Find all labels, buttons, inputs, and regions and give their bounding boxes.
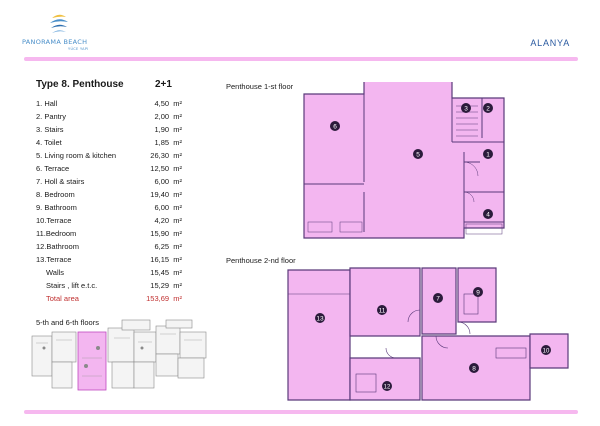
area-row: 2. Pantry 2,00 m²: [36, 112, 182, 123]
area-unit: m²: [173, 242, 182, 251]
area-row: 9. Bathroom 6,00 m²: [36, 203, 182, 214]
room-label: 7: [436, 296, 440, 303]
room-label: 1: [486, 152, 490, 159]
area-unit: m²: [173, 125, 182, 134]
area-value: 2,00: [154, 112, 170, 121]
area-value: 16,15: [150, 255, 170, 264]
brand-sub: YÜCE YAPI: [68, 47, 89, 51]
key-plan: [31, 319, 207, 391]
area-unit: m²: [173, 164, 182, 173]
area-row: 6. Terrace 12,50 m²: [36, 164, 182, 175]
room-label: 2: [486, 106, 490, 113]
area-value: 6,00: [154, 177, 170, 186]
room-label: 10: [543, 349, 550, 355]
room-label: 5: [416, 152, 420, 159]
area-unit: m²: [173, 216, 182, 225]
area-label: 1. Hall: [36, 99, 58, 108]
area-unit: m²: [173, 99, 182, 108]
logo: PANORAMA BEACH YÜCE YAPI: [22, 8, 94, 54]
area-row: 10.Terrace 4,20 m²: [36, 216, 182, 227]
room-label: 11: [379, 308, 386, 315]
area-label: 7. Holl & stairs: [36, 177, 85, 186]
area-label: Total area: [46, 294, 79, 303]
area-value: 26,30: [150, 151, 170, 160]
area-row-total: Total area 153,69 m²: [36, 294, 182, 305]
area-label: 6. Terrace: [36, 164, 70, 173]
area-label: 10.Terrace: [36, 216, 72, 225]
area-unit: m²: [173, 229, 182, 238]
area-value: 1,90: [154, 125, 170, 134]
area-row: 11.Bedroom 15,90 m²: [36, 229, 182, 240]
area-unit: m²: [173, 255, 182, 264]
area-label: 8. Bedroom: [36, 190, 75, 199]
area-label: 9. Bathroom: [36, 203, 77, 212]
room-label: 9: [476, 290, 480, 297]
plan-second-floor: 13 11 7 9 8 10 12: [287, 267, 569, 401]
bottom-band: [24, 410, 578, 414]
key-plan-highlight: [77, 331, 107, 391]
area-unit: m²: [173, 190, 182, 199]
unit-rooms: 2+1: [155, 79, 172, 90]
area-row: 8. Bedroom 19,40 m²: [36, 190, 182, 201]
area-row: 5. Living room & kitchen 26,30 m²: [36, 151, 182, 162]
area-label: 12.Bathroom: [36, 242, 79, 251]
room-label: 3: [464, 106, 468, 113]
area-row: Walls 15,45 m²: [36, 268, 182, 279]
city-label: ALANYA: [530, 38, 570, 48]
area-value: 4,50: [154, 99, 170, 108]
area-value: 153,69: [146, 294, 170, 303]
area-row: 13.Terrace 16,15 m²: [36, 255, 182, 266]
area-value: 15,90: [150, 229, 170, 238]
area-unit: m²: [173, 203, 182, 212]
area-label: 11.Bedroom: [36, 229, 77, 238]
plan-first-title: Penthouse 1-st floor: [226, 82, 294, 91]
area-value: 19,40: [150, 190, 170, 199]
area-unit: m²: [173, 138, 182, 147]
area-unit: m²: [173, 281, 182, 290]
area-value: 6,25: [154, 242, 170, 251]
room-label: 12: [384, 385, 391, 391]
room-label: 4: [486, 212, 490, 219]
area-label: 4. Toilet: [36, 138, 62, 147]
area-value: 6,00: [154, 203, 170, 212]
area-label: 2. Pantry: [36, 112, 67, 121]
area-value: 1,85: [154, 138, 170, 147]
area-unit: m²: [173, 177, 182, 186]
area-value: 15,29: [150, 281, 170, 290]
room-label: 13: [316, 316, 324, 323]
area-row: 4. Toilet 1,85 m²: [36, 138, 182, 149]
logo-emblem-icon: [50, 14, 68, 33]
area-label: Walls: [46, 268, 65, 277]
area-label: 3. Stairs: [36, 125, 64, 134]
plan-first-floor: 6 5 3 2 1 4: [303, 82, 505, 239]
room-label: 8: [472, 366, 476, 373]
room-label: 6: [333, 124, 337, 131]
area-row: Stairs , lift e.t.c. 15,29 m²: [36, 281, 182, 292]
top-band: [24, 57, 578, 61]
area-row: 1. Hall 4,50 m²: [36, 99, 182, 110]
area-unit: m²: [173, 268, 182, 277]
area-label: 5. Living room & kitchen: [36, 151, 117, 160]
area-row: 7. Holl & stairs 6,00 m²: [36, 177, 182, 188]
area-unit: m²: [173, 151, 182, 160]
area-value: 15,45: [150, 268, 170, 277]
area-unit: m²: [173, 294, 182, 303]
area-label: 13.Terrace: [36, 255, 72, 264]
area-value: 4,20: [154, 216, 170, 225]
area-value: 12,50: [150, 164, 170, 173]
area-unit: m²: [173, 112, 182, 121]
area-label: Stairs , lift e.t.c.: [46, 281, 98, 290]
area-row: 12.Bathroom 6,25 m²: [36, 242, 182, 253]
brand-name: PANORAMA BEACH: [22, 38, 88, 46]
unit-title: Type 8. Penthouse: [36, 79, 124, 90]
area-row: 3. Stairs 1,90 m²: [36, 125, 182, 136]
